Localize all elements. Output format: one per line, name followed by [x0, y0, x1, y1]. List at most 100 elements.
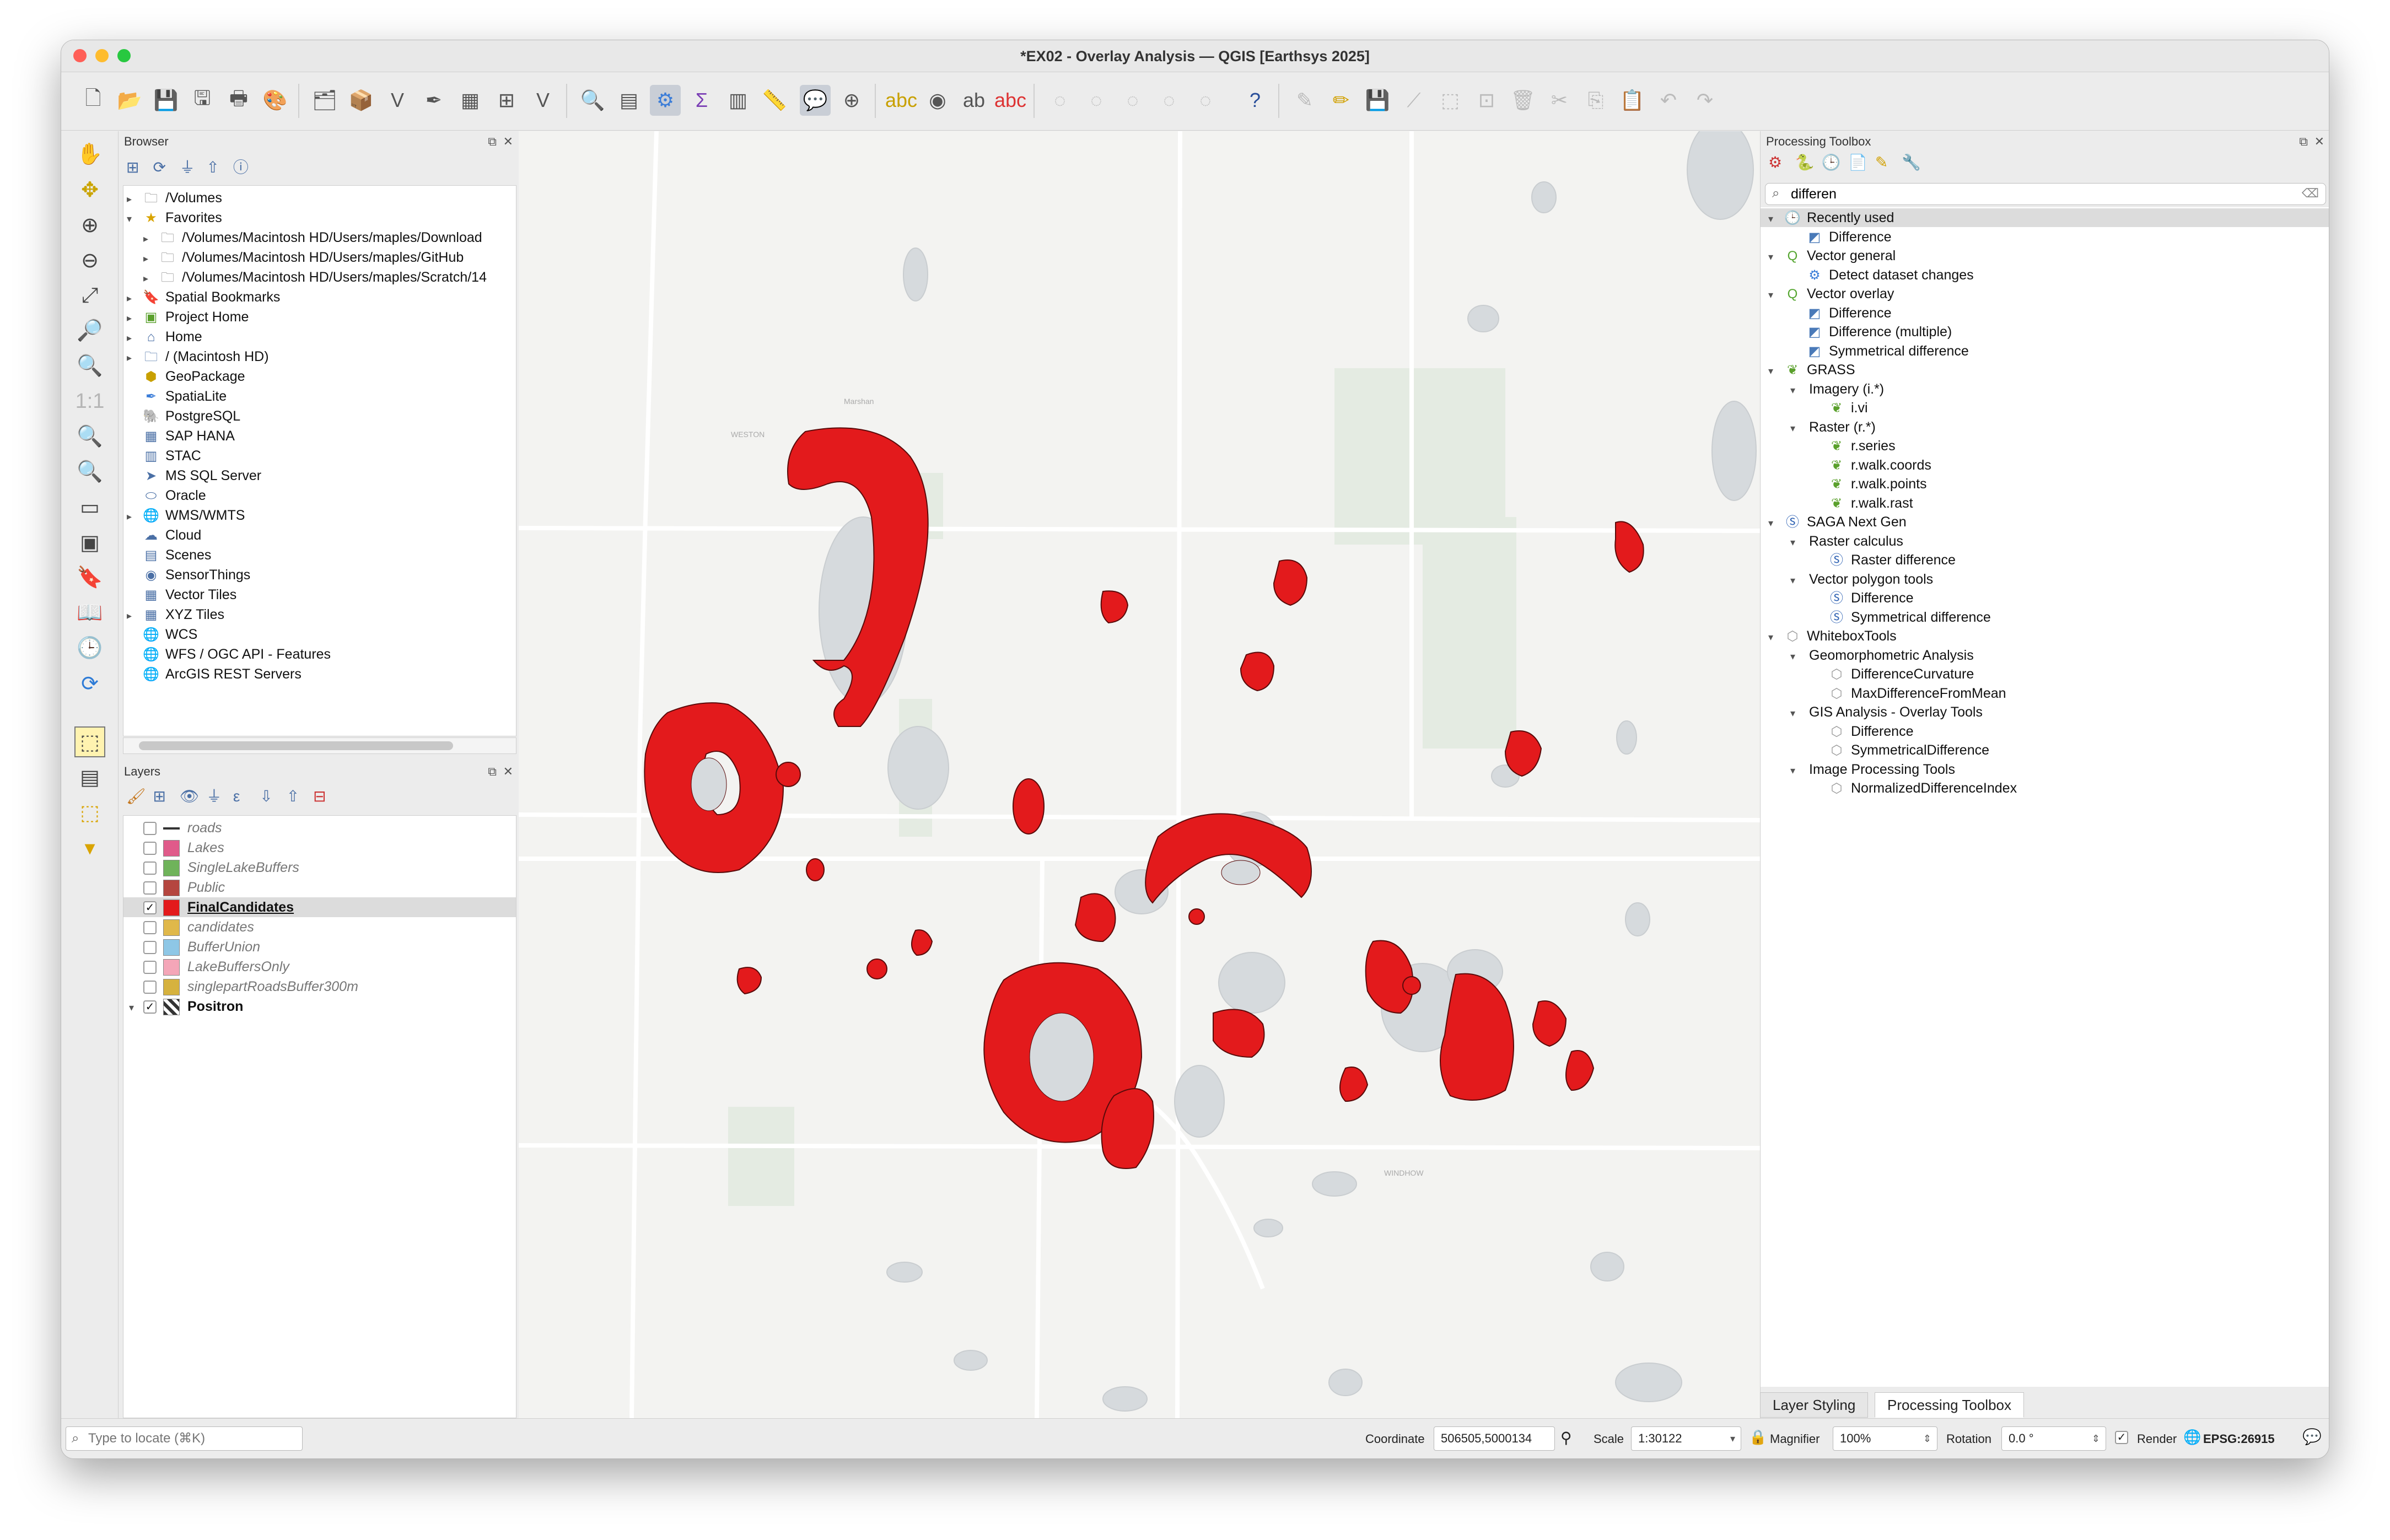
browser-item[interactable]: 🌐 WCS: [123, 624, 197, 644]
label-rotate-icon[interactable]: ◌: [1081, 85, 1112, 116]
expander-icon[interactable]: ▾: [1790, 381, 1805, 400]
processing-item[interactable]: ◩ Difference: [1761, 228, 2329, 246]
processing-item[interactable]: ▾ Raster (r.*): [1761, 418, 2329, 437]
processing-item[interactable]: Ⓢ Symmetrical difference: [1761, 608, 2329, 627]
history-icon[interactable]: 🕒: [1822, 153, 1846, 171]
processing-item[interactable]: ⬡ NormalizedDifferenceIndex: [1761, 779, 2329, 798]
expander-icon[interactable]: ▾: [1790, 419, 1805, 438]
expander-icon[interactable]: ▾: [1768, 209, 1783, 228]
processing-item[interactable]: ⬡ Difference: [1761, 722, 2329, 741]
temporal-controller-icon[interactable]: 🕒: [74, 633, 105, 664]
layer-visibility-checkbox[interactable]: [143, 822, 157, 836]
map-tips-icon[interactable]: 💬: [800, 85, 831, 116]
crs-button[interactable]: EPSG:26915: [2203, 1432, 2275, 1446]
expander-icon[interactable]: ▸: [127, 328, 141, 348]
browser-item[interactable]: ➤ MS SQL Server: [123, 466, 261, 486]
expander-icon[interactable]: ▾: [1768, 286, 1783, 304]
edit-pencil-icon[interactable]: ✎: [1289, 85, 1320, 116]
stepper-icon[interactable]: ⇕: [1923, 1427, 1931, 1450]
collapse-all-icon[interactable]: ⇧: [287, 787, 311, 805]
label-move-icon[interactable]: ◌: [1045, 85, 1075, 116]
expander-icon[interactable]: ▾: [1768, 247, 1783, 266]
new-3d-view-icon[interactable]: ▣: [74, 527, 105, 558]
diagram-move-icon[interactable]: ◌: [1154, 85, 1185, 116]
add-layer-icon[interactable]: ⊞: [126, 158, 150, 176]
processing-item[interactable]: ⚙ Detect dataset changes: [1761, 266, 2329, 284]
close-icon[interactable]: ✕: [503, 764, 513, 779]
add-feature-icon[interactable]: ⟋: [1398, 85, 1429, 116]
processing-item[interactable]: ⬡ MaxDifferenceFromMean: [1761, 684, 2329, 703]
float-icon[interactable]: ⧉: [488, 764, 497, 779]
layer-visibility-checkbox[interactable]: [143, 981, 157, 994]
expander-icon[interactable]: ▸: [127, 288, 141, 308]
browser-item[interactable]: ✒ SpatiaLite: [123, 386, 227, 406]
browser-item[interactable]: ▸ ⌂ Home: [123, 327, 202, 347]
layer-visibility-checkbox[interactable]: [143, 881, 157, 895]
browser-item[interactable]: ▦ SAP HANA: [123, 426, 235, 446]
add-group-icon[interactable]: ⊞: [153, 787, 177, 805]
show-bookmarks-icon[interactable]: 📖: [74, 597, 105, 628]
refresh-icon[interactable]: ⟳: [74, 668, 105, 699]
processing-toolbox-icon[interactable]: ⚙: [650, 85, 681, 116]
layer-item[interactable]: roads: [123, 818, 516, 838]
label-tool-icon[interactable]: ◉: [922, 85, 953, 116]
filter-legend-icon[interactable]: ⏚: [206, 784, 230, 806]
browser-item[interactable]: ◉ SensorThings: [123, 565, 251, 585]
filter-by-expression-icon[interactable]: ε: [233, 788, 257, 805]
label-change-icon[interactable]: ◌: [1117, 85, 1148, 116]
layer-visibility-checkbox[interactable]: [143, 861, 157, 875]
processing-item[interactable]: ◩ Difference: [1761, 304, 2329, 322]
open-table-icon[interactable]: ▥: [723, 85, 753, 116]
magnifier-field[interactable]: 100% ⇕: [1833, 1426, 1937, 1451]
browser-item[interactable]: ▸ 🌐 WMS/WMTS: [123, 505, 245, 525]
browser-item[interactable]: ▤ Scenes: [123, 545, 212, 565]
expander-icon[interactable]: ▾: [129, 998, 143, 1017]
attribute-table-icon[interactable]: ▤: [613, 85, 644, 116]
zoom-last-icon[interactable]: 🔍: [74, 421, 105, 452]
processing-item[interactable]: ▾ Q Vector general: [1761, 246, 2329, 265]
browser-horizontal-scrollbar[interactable]: [123, 737, 516, 754]
processing-item[interactable]: ❦ i.vi: [1761, 399, 2329, 417]
save-project-icon[interactable]: 💾: [150, 85, 181, 116]
paste-features-icon[interactable]: 📋: [1617, 85, 1648, 116]
layer-item[interactable]: ▾ ✓ Positron: [123, 997, 516, 1016]
lock-scale-icon[interactable]: 🔒: [1749, 1429, 1767, 1446]
coordinate-field[interactable]: 506505,5000134: [1434, 1426, 1555, 1451]
processing-item[interactable]: ◩ Symmetrical difference: [1761, 342, 2329, 360]
cut-features-icon[interactable]: ✂: [1544, 85, 1575, 116]
processing-item[interactable]: ▾ ⬡ WhiteboxTools: [1761, 627, 2329, 645]
browser-item[interactable]: ▸ 🗀 /Volumes/Macintosh HD/Users/maples/Scr…: [123, 267, 487, 287]
expander-icon[interactable]: ▸: [143, 268, 158, 288]
chevron-down-icon[interactable]: ▾: [1730, 1427, 1735, 1450]
expander-icon[interactable]: ▾: [1790, 647, 1805, 666]
expander-icon[interactable]: ▸: [127, 308, 141, 328]
layer-styling-icon[interactable]: 🖌: [126, 787, 150, 805]
clear-search-icon[interactable]: ⌫: [2302, 186, 2319, 201]
layer-item[interactable]: LakeBuffersOnly: [123, 957, 516, 977]
processing-item[interactable]: ▾ Ⓢ SAGA Next Gen: [1761, 513, 2329, 531]
layer-item[interactable]: Lakes: [123, 838, 516, 858]
browser-item[interactable]: ☁ Cloud: [123, 525, 201, 545]
expander-icon[interactable]: ▾: [127, 209, 141, 229]
identify-icon[interactable]: 🔍: [577, 85, 608, 116]
processing-item[interactable]: ❦ r.walk.rast: [1761, 494, 2329, 513]
processing-item[interactable]: ▾ Image Processing Tools: [1761, 760, 2329, 779]
processing-item[interactable]: ▾ GIS Analysis - Overlay Tools: [1761, 703, 2329, 721]
processing-item[interactable]: ❦ r.walk.points: [1761, 475, 2329, 493]
tab-layer-styling[interactable]: Layer Styling: [1760, 1392, 1869, 1418]
help-icon[interactable]: ?: [1240, 85, 1271, 116]
layer-visibility-checkbox[interactable]: ✓: [143, 1000, 157, 1014]
layer-visibility-checkbox[interactable]: [143, 921, 157, 935]
expander-icon[interactable]: ▸: [127, 507, 141, 526]
layer-item[interactable]: singlepartRoadsBuffer300m: [123, 977, 516, 997]
zoom-out-icon[interactable]: ⊖: [74, 245, 105, 276]
processing-item[interactable]: ⬡ DifferenceCurvature: [1761, 665, 2329, 683]
browser-item[interactable]: ▦ Vector Tiles: [123, 585, 237, 605]
browser-item[interactable]: ▸ ▣ Project Home: [123, 307, 249, 327]
add-csv-icon[interactable]: ▦: [455, 85, 486, 116]
float-icon[interactable]: ⧉: [2299, 134, 2308, 149]
layer-visibility-checkbox[interactable]: ✓: [143, 901, 157, 915]
layer-item[interactable]: Public: [123, 877, 516, 897]
browser-item[interactable]: ▸ 🗀 /Volumes: [123, 188, 222, 208]
undo-icon[interactable]: ↶: [1653, 85, 1684, 116]
